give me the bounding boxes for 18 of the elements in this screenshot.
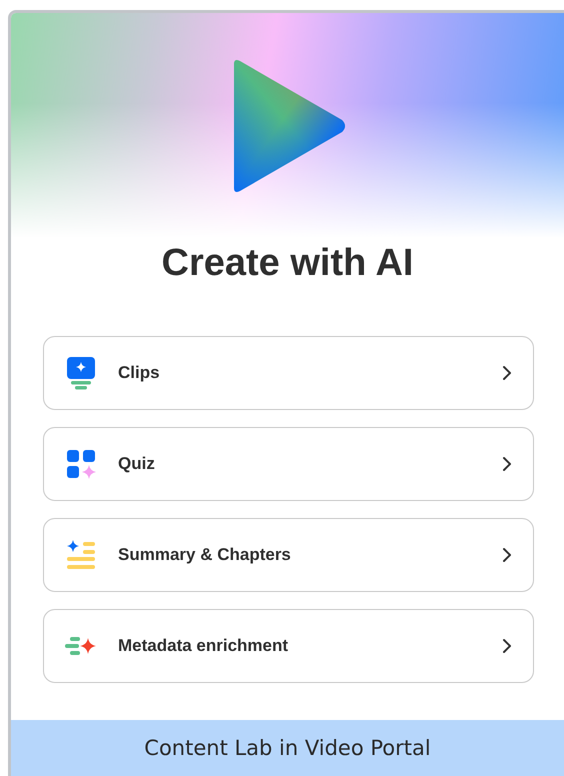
chevron-right-icon	[501, 638, 513, 654]
action-card[interactable]: Clips	[43, 336, 534, 410]
action-label: Clips	[118, 363, 161, 383]
chevron-right-icon	[501, 365, 513, 381]
chevron-right-icon	[501, 456, 513, 472]
footer-text: Content Lab in Video Portal	[144, 736, 431, 760]
lines-sparkle-icon	[65, 634, 97, 658]
action-card[interactable]: Metadata enrichment	[43, 609, 534, 683]
action-label: Quiz	[118, 454, 156, 474]
sparkle-screen-icon	[65, 355, 97, 391]
action-label: Metadata enrichment	[118, 636, 290, 656]
action-card[interactable]: Quiz	[43, 427, 534, 501]
page-title: Create with AI	[162, 241, 414, 285]
chevron-right-icon	[501, 547, 513, 563]
tiles-sparkle-icon	[65, 448, 97, 480]
action-label: Summary & Chapters	[118, 545, 292, 565]
action-card[interactable]: Summary & Chapters	[43, 518, 534, 592]
sparkle-list-icon	[65, 539, 97, 571]
